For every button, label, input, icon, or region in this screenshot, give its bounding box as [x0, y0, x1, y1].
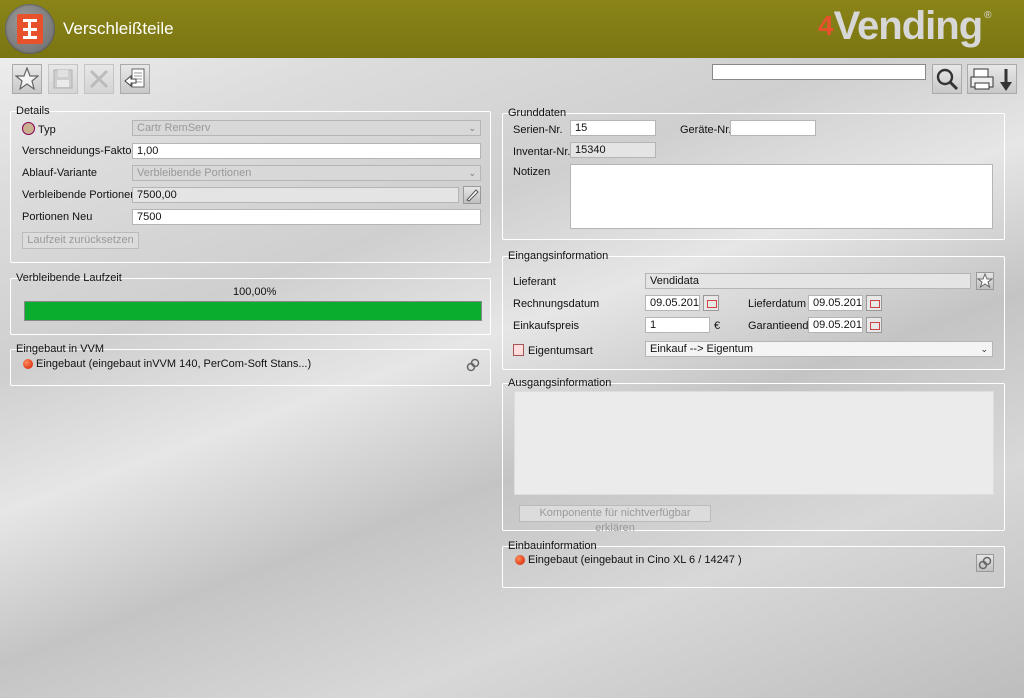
geraete-input[interactable] [730, 120, 816, 136]
einbau-status: Eingebaut (eingebaut in Cino XL 6 / 1424… [528, 554, 742, 566]
neu-input[interactable]: 7500 [132, 209, 481, 225]
lieferant-input: Vendidata [645, 273, 971, 289]
neu-label: Portionen Neu [22, 211, 93, 223]
lieferdatum-input[interactable]: 09.05.2015 [808, 295, 863, 311]
verbleibend-label: Verbleibende Portionen [22, 189, 137, 201]
einkauf-input[interactable]: 1 [645, 317, 710, 333]
geraete-label: Geräte-Nr. [680, 124, 732, 136]
eigentum-select[interactable]: Einkauf --> Eigentum ⌄ [645, 341, 993, 357]
laufzeit-legend: Verbleibende Laufzeit [16, 272, 122, 284]
eigentum-label: Eigentumsart [513, 344, 593, 357]
notizen-textarea[interactable] [570, 164, 993, 229]
chevron-down-icon: ⌄ [468, 168, 476, 178]
einbau-legend: Einbauinformation [508, 540, 597, 552]
link-icon[interactable] [466, 358, 480, 372]
einbau-link-button[interactable] [976, 554, 994, 572]
progress-bar [24, 301, 482, 321]
edit-portionen-button[interactable] [463, 186, 481, 204]
save-button[interactable] [48, 64, 78, 94]
einkauf-label: Einkaufspreis [513, 320, 580, 332]
reset-laufzeit-button[interactable]: Laufzeit zurücksetzen [22, 232, 139, 249]
unavailable-button[interactable]: Komponente für nichtverfügbar erklären [519, 505, 711, 534]
brand-logo: 4Vending ® [818, 4, 992, 48]
chevron-down-icon: ⌄ [980, 344, 988, 354]
notizen-label: Notizen [513, 166, 551, 178]
vvm-legend: Eingebaut in VVM [16, 343, 105, 355]
delete-button[interactable] [84, 64, 114, 94]
faktor-label: Verschneidungs-Faktor [22, 145, 136, 157]
search-button[interactable] [932, 64, 962, 94]
doc-icon [513, 344, 524, 356]
chevron-down-icon: ⌄ [468, 123, 476, 133]
lieferant-label: Lieferant [513, 276, 556, 288]
progress-fill [25, 302, 481, 320]
calendar-icon[interactable] [866, 317, 882, 333]
status-red-icon [23, 359, 33, 369]
app-menu-icon[interactable] [5, 4, 55, 54]
search-input[interactable] [712, 64, 926, 80]
inventar-label: Inventar-Nr. [513, 146, 571, 158]
delete-x-icon [89, 69, 109, 89]
rechnung-input[interactable]: 09.05.2015 [645, 295, 700, 311]
lieferdatum-label: Lieferdatum [748, 298, 807, 310]
verbleibend-input: 7500,00 [132, 187, 459, 203]
typ-label: Typ [22, 122, 56, 136]
vvm-status: Eingebaut (eingebaut inVVM 140, PerCom-S… [36, 358, 312, 370]
ausgang-textarea[interactable] [514, 391, 994, 495]
print-button[interactable] [967, 64, 1017, 94]
garantie-input[interactable]: 09.05.2017 [808, 317, 863, 333]
grunddaten-legend: Grunddaten [508, 107, 567, 119]
import-icon [124, 68, 145, 88]
progress-percent: 100,00% [233, 286, 277, 298]
faktor-input[interactable]: 1,00 [132, 143, 481, 159]
garantie-label: Garantieende [748, 320, 815, 332]
typ-select[interactable]: Cartr RemServ ⌄ [132, 120, 481, 136]
new-star-icon [15, 67, 39, 91]
import-button[interactable] [120, 64, 150, 94]
calendar-icon[interactable] [703, 295, 719, 311]
page-title: Verschleißteile [63, 19, 174, 38]
search-magnifier-icon [936, 68, 959, 91]
eingang-legend: Eingangsinformation [508, 250, 609, 262]
lieferant-new-button[interactable] [976, 272, 994, 290]
lock-icon [22, 122, 35, 135]
ablauf-label: Ablauf-Variante [22, 167, 98, 179]
app-header: Verschleißteile 4Vending ® [0, 0, 1024, 58]
calendar-icon[interactable] [866, 295, 882, 311]
status-red-icon [515, 555, 525, 565]
inventar-input: 15340 [570, 142, 656, 158]
print-icon [970, 68, 1012, 91]
pencil-icon [466, 189, 479, 202]
serien-label: Serien-Nr. [513, 124, 563, 136]
star-icon [976, 272, 994, 289]
ausgang-legend: Ausgangsinformation [508, 377, 612, 389]
rechnung-label: Rechnungsdatum [513, 298, 600, 310]
ablauf-select[interactable]: Verbleibende Portionen ⌄ [132, 165, 481, 181]
new-button[interactable] [12, 64, 42, 94]
currency-label: € [714, 320, 721, 332]
save-disk-icon [53, 69, 73, 89]
serien-input[interactable]: 15 [570, 120, 656, 136]
details-legend: Details [16, 105, 50, 117]
einbau-group [502, 546, 1005, 588]
link-icon [978, 556, 992, 570]
